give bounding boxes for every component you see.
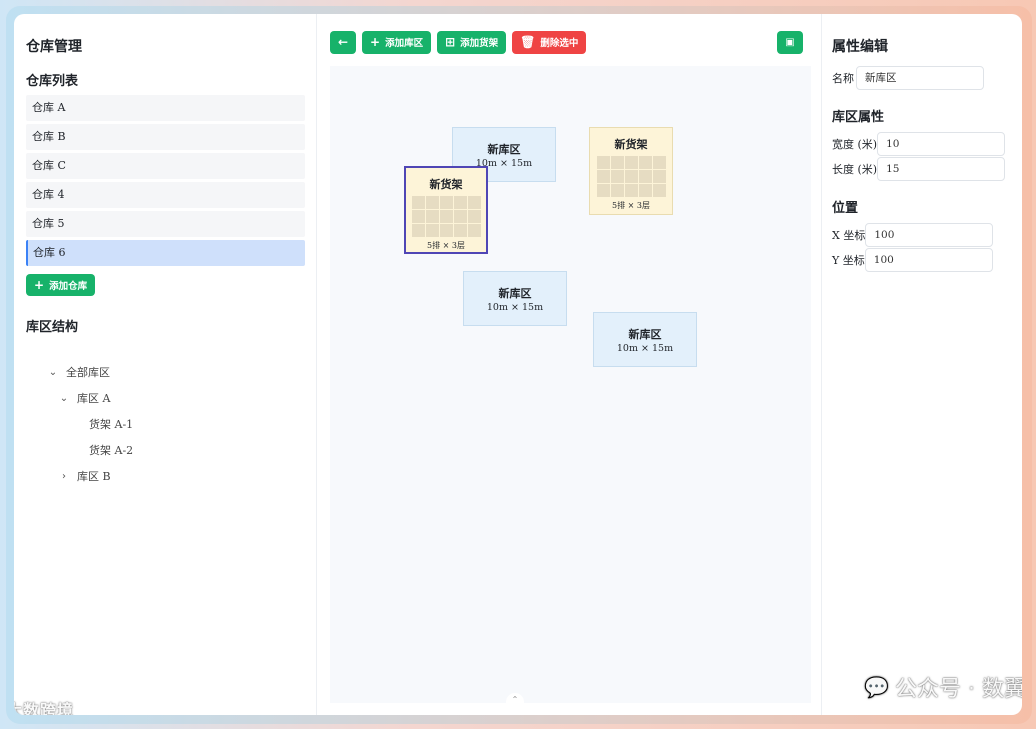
zone-name: 新库区 bbox=[628, 328, 662, 341]
toolbar: ← + 添加库区 ⊞ 添加货架 🗑 删除选中 ▣ bbox=[330, 30, 808, 54]
zone-tree: ⌄ 全部库区 ⌄ 库区 A 货架 A-1 货架 A-2 › 库区 B bbox=[26, 359, 306, 489]
watermark-label: 公众号 · 数翼 bbox=[895, 677, 1022, 702]
shelf-grid bbox=[596, 156, 666, 197]
name-field-row: 名称 新库区 bbox=[832, 65, 1022, 90]
shelf-spec: 5排 × 3层 bbox=[427, 241, 465, 250]
add-zone-label: 添加库区 bbox=[385, 38, 424, 49]
warehouse-item[interactable]: 仓库 B bbox=[26, 124, 305, 150]
trash-icon: 🗑 bbox=[520, 35, 536, 49]
zone-tree-title: 库区结构 bbox=[26, 320, 79, 335]
length-input[interactable]: 15 bbox=[877, 156, 1006, 181]
zone-size: 10m × 15m bbox=[616, 343, 674, 354]
warehouse-item-active[interactable]: 仓库 6 bbox=[26, 240, 305, 266]
x-label: X 坐标 bbox=[832, 228, 866, 242]
app-title: 仓库管理 bbox=[26, 39, 82, 55]
delete-selected-label: 删除选中 bbox=[540, 38, 579, 49]
add-zone-button[interactable]: + 添加库区 bbox=[362, 30, 432, 54]
grid-icon: ⊞ bbox=[445, 35, 456, 49]
x-input[interactable]: 100 bbox=[865, 222, 994, 247]
chevron-down-icon[interactable]: ⌄ bbox=[57, 393, 71, 404]
chevron-right-icon[interactable]: › bbox=[57, 471, 71, 482]
chevron-down-icon[interactable]: ⌄ bbox=[46, 367, 60, 378]
zone-size: 10m × 15m bbox=[486, 302, 544, 313]
y-field-row: Y 坐标 100 bbox=[832, 247, 1022, 272]
back-button[interactable]: ← bbox=[330, 30, 356, 54]
zone-properties-title: 库区属性 bbox=[832, 110, 885, 125]
app-window: 仓库管理 仓库列表 仓库 A 仓库 B 仓库 C 仓库 4 仓库 5 仓库 6 … bbox=[14, 14, 1022, 715]
properties-title: 属性编辑 bbox=[832, 39, 888, 55]
tree-node-label: 全部库区 bbox=[66, 366, 110, 379]
name-input[interactable]: 新库区 bbox=[856, 65, 984, 90]
width-field-row: 宽度 (米) 10 bbox=[832, 131, 1022, 156]
save-button[interactable]: ▣ bbox=[777, 31, 803, 54]
width-input[interactable]: 10 bbox=[877, 131, 1006, 156]
tree-node-label: 货架 A-2 bbox=[89, 444, 134, 457]
warehouse-list-title: 仓库列表 bbox=[26, 74, 79, 89]
wechat-icon: 💬 bbox=[864, 675, 890, 699]
warehouse-item[interactable]: 仓库 C bbox=[26, 153, 305, 179]
tree-node-zone-a[interactable]: ⌄ 库区 A bbox=[26, 385, 306, 411]
collapse-handle-icon[interactable]: ⌃ bbox=[506, 693, 524, 707]
shelf-block[interactable]: 新货架 5排 × 3层 bbox=[589, 127, 673, 215]
add-warehouse-button[interactable]: + 添加仓库 bbox=[26, 274, 96, 296]
warehouse-item[interactable]: 仓库 A bbox=[26, 95, 305, 121]
watermark-logo: 大数跨境 bbox=[14, 701, 75, 715]
add-warehouse-label: 添加仓库 bbox=[49, 281, 88, 292]
tree-node-zone-b[interactable]: › 库区 B bbox=[26, 463, 306, 489]
watermark-text: 💬 公众号 · 数翼 bbox=[864, 671, 1022, 703]
x-field-row: X 坐标 100 bbox=[832, 222, 1022, 247]
tree-node-label: 货架 A-1 bbox=[89, 418, 134, 431]
tree-node-label: 库区 B bbox=[77, 470, 111, 483]
shelf-name: 新货架 bbox=[429, 178, 463, 191]
layout-canvas[interactable]: 新库区 10m × 15m 新货架 5排 × 3层 新货架 5排 × 3层 新库… bbox=[330, 66, 811, 707]
tree-node-shelf-a1[interactable]: 货架 A-1 bbox=[26, 411, 306, 437]
save-icon: ▣ bbox=[785, 36, 795, 48]
tree-node-shelf-a2[interactable]: 货架 A-2 bbox=[26, 437, 306, 463]
warehouse-list: 仓库 A 仓库 B 仓库 C 仓库 4 仓库 5 仓库 6 bbox=[26, 95, 306, 266]
shelf-spec: 5排 × 3层 bbox=[612, 201, 650, 210]
y-label: Y 坐标 bbox=[832, 253, 865, 267]
plus-icon: + bbox=[370, 35, 381, 49]
y-input[interactable]: 100 bbox=[864, 247, 993, 272]
shelf-name: 新货架 bbox=[614, 138, 648, 151]
delete-selected-button[interactable]: 🗑 删除选中 bbox=[512, 30, 587, 54]
zone-name: 新库区 bbox=[487, 143, 521, 156]
zone-block[interactable]: 新库区 10m × 15m bbox=[463, 271, 567, 326]
properties-panel: 属性编辑 名称 新库区 库区属性 宽度 (米) 10 长度 (米) 15 位置 … bbox=[821, 14, 1022, 715]
name-label: 名称 bbox=[832, 71, 854, 85]
plus-icon: + bbox=[34, 278, 45, 292]
shelf-block-selected[interactable]: 新货架 5排 × 3层 bbox=[404, 166, 488, 254]
width-label: 宽度 (米) bbox=[832, 137, 878, 151]
shelf-grid bbox=[411, 196, 481, 237]
add-shelf-button[interactable]: ⊞ 添加货架 bbox=[437, 30, 507, 54]
length-field-row: 长度 (米) 15 bbox=[832, 156, 1022, 181]
length-label: 长度 (米) bbox=[832, 162, 878, 176]
arrow-left-icon: ← bbox=[337, 35, 349, 49]
tree-node-label: 库区 A bbox=[77, 392, 111, 405]
zone-block[interactable]: 新库区 10m × 15m bbox=[593, 312, 697, 367]
warehouse-item[interactable]: 仓库 4 bbox=[26, 182, 305, 208]
tree-node-root[interactable]: ⌄ 全部库区 bbox=[26, 359, 306, 385]
warehouse-item[interactable]: 仓库 5 bbox=[26, 211, 305, 237]
add-shelf-label: 添加货架 bbox=[460, 38, 499, 49]
position-title: 位置 bbox=[832, 201, 859, 216]
left-sidebar: 仓库管理 仓库列表 仓库 A 仓库 B 仓库 C 仓库 4 仓库 5 仓库 6 … bbox=[14, 14, 317, 715]
zone-name: 新库区 bbox=[498, 287, 532, 300]
canvas-panel: ← + 添加库区 ⊞ 添加货架 🗑 删除选中 ▣ 新库区 10m × 15m 新… bbox=[317, 14, 821, 715]
